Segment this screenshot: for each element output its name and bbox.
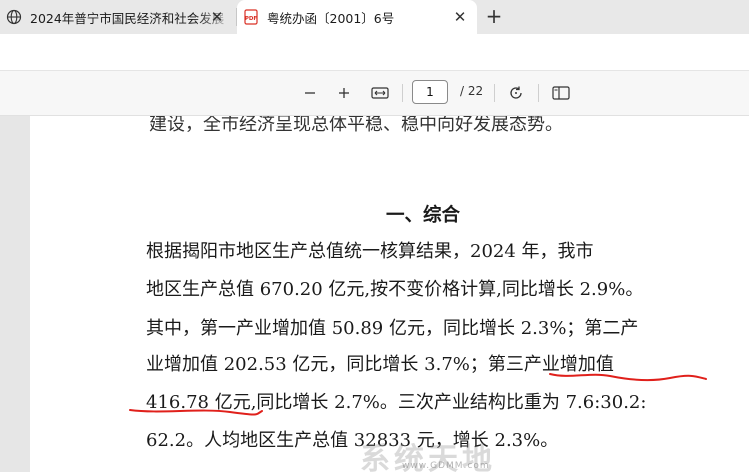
new-tab-button[interactable]: +: [482, 5, 506, 29]
rotate-button[interactable]: [505, 82, 527, 104]
fit-to-width-button[interactable]: [369, 82, 391, 104]
zoom-out-button[interactable]: [299, 82, 321, 104]
plus-icon: [339, 88, 349, 98]
fit-width-icon: [371, 87, 389, 99]
rotate-icon: [510, 86, 522, 99]
zoom-in-button[interactable]: [333, 82, 355, 104]
close-icon[interactable]: ✕: [206, 6, 228, 28]
tab-report[interactable]: 2024年普宁市国民经济和社会发展: [0, 0, 236, 34]
pdf-page: 建设，全市经济呈现总体平稳、稳中向好发展态势。 一、综合 根据揭阳市地区生产总值…: [30, 116, 749, 472]
toolbar-divider: [402, 84, 403, 102]
pdf-viewer[interactable]: 建设，全市经济呈现总体平稳、稳中向好发展态势。 一、综合 根据揭阳市地区生产总值…: [0, 116, 749, 472]
page-view-button[interactable]: [550, 82, 572, 104]
red-underline-annotation: [129, 373, 707, 416]
page-total: / 22: [460, 84, 484, 98]
close-icon[interactable]: ✕: [449, 6, 471, 28]
svg-text:PDF: PDF: [245, 16, 258, 22]
watermark-url: www.GDMM.com: [402, 461, 490, 471]
tab-bar: 2024年普宁市国民经济和社会发展 PDF 粤统办函〔2001〕6号 ✕ ✕ +: [0, 0, 749, 34]
minus-icon: [305, 92, 315, 94]
pdf-toolbar: 1 / 22: [0, 71, 749, 116]
tab-pdf-document[interactable]: PDF 粤统办函〔2001〕6号 ✕: [237, 0, 477, 34]
page-number-input[interactable]: 1: [412, 80, 448, 104]
address-bar-area: [0, 34, 749, 71]
toolbar-divider: [494, 84, 495, 102]
globe-icon: [6, 9, 22, 25]
pdf-icon: PDF: [243, 9, 259, 25]
tab-title: 粤统办函〔2001〕6号: [267, 10, 395, 26]
toolbar-divider: [538, 84, 539, 102]
two-page-icon: [552, 86, 570, 100]
